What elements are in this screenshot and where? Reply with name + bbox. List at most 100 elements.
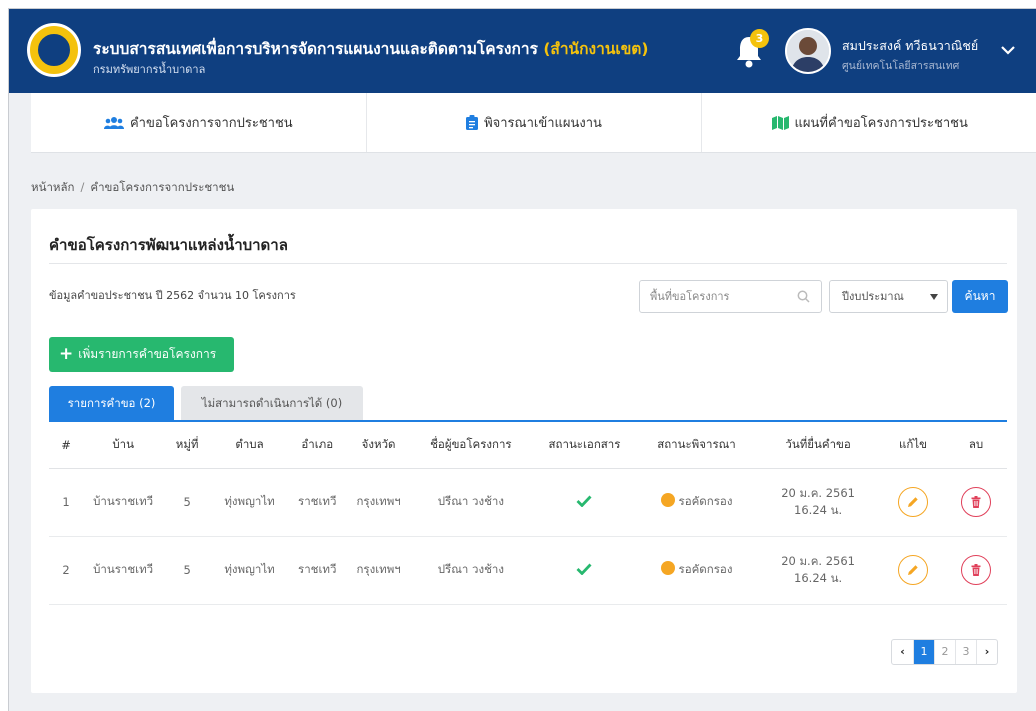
prev-page-button[interactable]: ‹ xyxy=(892,640,913,664)
check-icon xyxy=(576,563,592,576)
review-status-label: รอคัดกรอง xyxy=(678,494,733,508)
app-frame: ระบบสารสนเทศเพื่อการบริหารจัดการแผนงานแล… xyxy=(8,8,1036,711)
amphoe-cell: ราชเทวี xyxy=(287,536,347,605)
breadcrumb-separator: / xyxy=(80,180,85,194)
avatar[interactable] xyxy=(785,28,831,74)
moo-cell: 5 xyxy=(163,536,212,605)
edit-cell xyxy=(881,468,946,537)
clipboard-icon xyxy=(466,115,479,130)
tab-plan-review[interactable]: พิจารณาเข้าแผนงาน xyxy=(365,93,702,152)
document-status-cell xyxy=(531,536,638,605)
table-header-row: # บ้าน หมู่ที่ ตำบล อำเภอ จังหวัด ชื่อผู… xyxy=(49,422,1007,469)
table-row: 1 บ้านราชเทวี 5 ทุ่งพญาไท ราชเทวี กรุงเท… xyxy=(49,468,1007,537)
edit-button[interactable] xyxy=(898,555,929,585)
top-header: ระบบสารสนเทศเพื่อการบริหารจัดการแผนงานแล… xyxy=(9,9,1036,93)
notification-badge: 3 xyxy=(750,29,769,48)
document-status-cell xyxy=(531,468,638,537)
breadcrumb-current: คำขอโครงการจากประชาชน xyxy=(90,180,235,194)
province-cell: กรุงเทพฯ xyxy=(346,468,411,537)
col-header: ลบ xyxy=(945,422,1007,469)
col-header: สถานะเอกสาร xyxy=(531,422,638,469)
col-header: จังหวัด xyxy=(346,422,411,469)
col-header: อำเภอ xyxy=(287,422,347,469)
review-status-cell: รอคัดกรอง xyxy=(637,536,756,605)
add-request-button[interactable]: + เพิ่มรายการคำขอโครงการ xyxy=(49,337,234,372)
page-button[interactable]: 1 xyxy=(913,640,934,664)
tab-label: แผนที่คำขอโครงการประชาชน xyxy=(794,116,968,131)
status-dot xyxy=(660,561,675,575)
edit-cell xyxy=(881,536,946,605)
delete-button[interactable] xyxy=(961,555,992,585)
edit-button[interactable] xyxy=(898,487,929,517)
col-header: หมู่ที่ xyxy=(163,422,212,469)
village-cell: บ้านราชเทวี xyxy=(83,536,164,605)
divider xyxy=(49,263,1007,264)
requester-cell: ปรีณา วงช้าง xyxy=(410,468,532,537)
tambon-cell: ทุ่งพญาไท xyxy=(211,536,288,605)
map-icon xyxy=(771,115,789,130)
submit-date: 20 ม.ค. 2561 xyxy=(781,554,855,568)
requests-table: # บ้าน หมู่ที่ ตำบล อำเภอ จังหวัด ชื่อผู… xyxy=(49,422,1007,605)
tab-public-requests[interactable]: คำขอโครงการจากประชาชน xyxy=(31,93,366,152)
plus-icon: + xyxy=(59,344,74,364)
request-tabs: รายการคำขอ (2) ไม่สามารถดำเนินการได้ (0) xyxy=(49,386,1007,422)
check-icon xyxy=(576,495,592,508)
delete-cell xyxy=(945,468,1007,537)
app-subtitle: กรมทรัพยากรน้ำบาดาล xyxy=(93,63,206,76)
user-org: ศูนย์เทคโนโลยีสารสนเทศ xyxy=(842,60,960,72)
requester-cell: ปรีณา วงช้าง xyxy=(410,536,532,605)
col-header: สถานะพิจารณา xyxy=(637,422,756,469)
page-button[interactable]: 2 xyxy=(934,640,955,664)
trash-icon xyxy=(971,496,981,508)
tab-active-requests[interactable]: รายการคำขอ (2) xyxy=(49,386,174,420)
col-header: ชื่อผู้ขอโครงการ xyxy=(410,422,532,469)
table-row: 2 บ้านราชเทวี 5 ทุ่งพญาไท ราชเทวี กรุงเท… xyxy=(49,536,1007,605)
chevron-down-icon[interactable] xyxy=(999,43,1017,57)
pagination: ‹ 1 2 3 › xyxy=(891,639,998,665)
tab-label: คำขอโครงการจากประชาชน xyxy=(129,116,293,131)
pencil-icon xyxy=(908,565,918,575)
delete-button[interactable] xyxy=(961,487,992,517)
tab-unable-requests[interactable]: ไม่สามารถดำเนินการได้ (0) xyxy=(181,386,363,420)
delete-cell xyxy=(945,536,1007,605)
row-number: 1 xyxy=(49,468,84,537)
submit-time: 16.24 น. xyxy=(794,503,843,517)
add-request-label: เพิ่มรายการคำขอโครงการ xyxy=(78,347,217,361)
submit-date-cell: 20 ม.ค. 2561 16.24 น. xyxy=(755,536,882,605)
search-icon xyxy=(797,290,810,303)
user-name[interactable]: สมประสงค์ ทวีธนวาณิชย์ xyxy=(842,36,978,56)
trash-icon xyxy=(971,564,981,576)
search-button[interactable]: ค้นหา xyxy=(952,280,1008,313)
province-cell: กรุงเทพฯ xyxy=(346,536,411,605)
caret-down-icon xyxy=(930,294,938,300)
app-title-accent: (สำนักงานเขต) xyxy=(543,40,649,58)
review-status-cell: รอคัดกรอง xyxy=(637,468,756,537)
tab-request-map[interactable]: แผนที่คำขอโครงการประชาชน xyxy=(701,93,1036,152)
search-input[interactable] xyxy=(639,280,822,313)
main-nav: คำขอโครงการจากประชาชน พิจารณาเข้าแผนงาน … xyxy=(31,93,1036,153)
page-button[interactable]: 3 xyxy=(955,640,976,664)
village-cell: บ้านราชเทวี xyxy=(83,468,164,537)
app-title: ระบบสารสนเทศเพื่อการบริหารจัดการแผนงานแล… xyxy=(93,36,648,61)
department-logo xyxy=(27,23,81,77)
year-select[interactable]: ปีงบประมาณ xyxy=(829,280,948,313)
users-icon xyxy=(103,116,124,129)
requests-card: คำขอโครงการพัฒนาแหล่งน้ำบาดาล ข้อมูลคำขอ… xyxy=(31,209,1017,693)
submit-date-cell: 20 ม.ค. 2561 16.24 น. xyxy=(755,468,882,537)
breadcrumb-home[interactable]: หน้าหลัก xyxy=(31,180,75,194)
year-select-value: ปีงบประมาณ xyxy=(842,290,904,303)
col-header: แก้ไข xyxy=(881,422,946,469)
col-header: วันที่ยื่นคำขอ xyxy=(755,422,882,469)
pencil-icon xyxy=(908,497,918,507)
tab-label: พิจารณาเข้าแผนงาน xyxy=(484,116,602,131)
summary-text: ข้อมูลคำขอประชาชน ปี 2562 จำนวน 10 โครงก… xyxy=(49,289,296,302)
col-header: บ้าน xyxy=(83,422,164,469)
app-title-main: ระบบสารสนเทศเพื่อการบริหารจัดการแผนงานแล… xyxy=(93,40,538,58)
next-page-button[interactable]: › xyxy=(976,640,997,664)
page-title: คำขอโครงการพัฒนาแหล่งน้ำบาดาล xyxy=(49,236,288,254)
breadcrumb: หน้าหลัก / คำขอโครงการจากประชาชน xyxy=(31,179,234,197)
submit-date: 20 ม.ค. 2561 xyxy=(781,486,855,500)
moo-cell: 5 xyxy=(163,468,212,537)
review-status-label: รอคัดกรอง xyxy=(678,562,733,576)
tambon-cell: ทุ่งพญาไท xyxy=(211,468,288,537)
